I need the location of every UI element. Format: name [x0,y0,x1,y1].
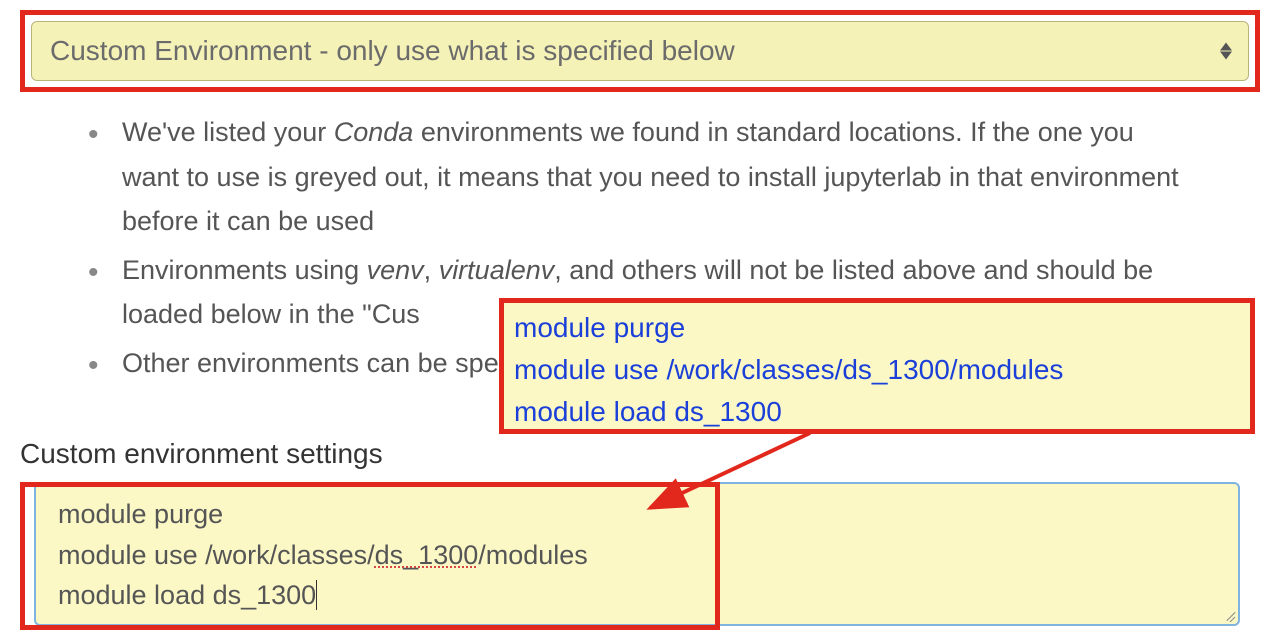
custom-env-textarea-container: module purge module use /work/classes/ds… [34,482,1240,626]
callout-line: module purge [514,307,1240,349]
text-italic: venv [367,255,424,285]
text: Environments using [122,255,367,285]
custom-env-textarea[interactable]: module purge module use /work/classes/ds… [34,482,1240,626]
textarea-line: module use /work/classes/ds_1300/modules [58,535,1216,576]
dropdown-selected-text: Custom Environment - only use what is sp… [50,35,735,67]
environment-dropdown[interactable]: Custom Environment - only use what is sp… [31,21,1249,81]
dropdown-arrows-icon [1220,43,1232,60]
callout-line: module load ds_1300 [514,391,1240,433]
text: We've listed your [122,117,334,147]
list-item: We've listed your Conda environments we … [82,110,1182,244]
textarea-line: module load ds_1300 [58,575,1216,616]
custom-env-settings-label: Custom environment settings [20,438,383,470]
module-commands-callout: module purge module use /work/classes/ds… [499,298,1255,434]
textarea-line: module purge [58,494,1216,535]
text: Other environments can be specifie [122,348,547,378]
text: , [424,255,439,285]
callout-line: module use /work/classes/ds_1300/modules [514,349,1240,391]
environment-dropdown-highlight: Custom Environment - only use what is sp… [20,10,1260,92]
text-italic: Conda [334,117,414,147]
text-italic: virtualenv [439,255,555,285]
